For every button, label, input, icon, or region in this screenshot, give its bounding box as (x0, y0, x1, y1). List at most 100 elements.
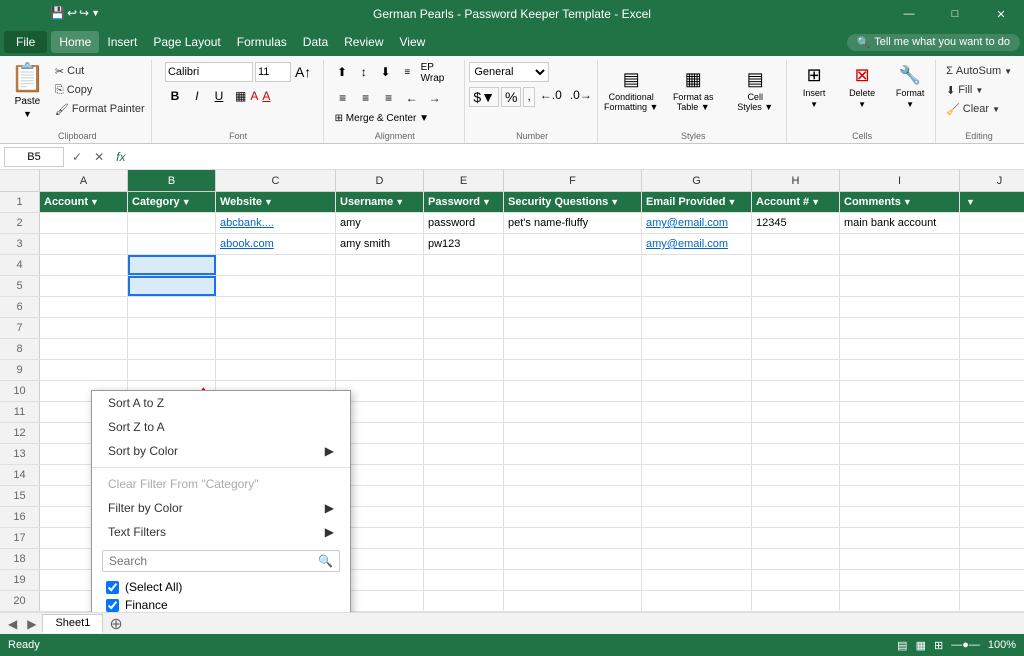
cell-h1[interactable]: Account # ▼ (752, 192, 840, 212)
col-header-c[interactable]: C (216, 170, 336, 191)
cell-b4[interactable] (128, 255, 216, 275)
cell-d6[interactable] (336, 297, 424, 317)
cell-d3[interactable]: amy smith (336, 234, 424, 254)
cell-j13[interactable] (960, 444, 1024, 464)
cell-g11[interactable] (642, 402, 752, 422)
align-left-btn[interactable]: ≡ (332, 88, 354, 108)
cell-c8[interactable] (216, 339, 336, 359)
paste-button[interactable]: 📋 Paste ▼ (6, 62, 49, 118)
cell-d2[interactable]: amy (336, 213, 424, 233)
cell-g20[interactable] (642, 591, 752, 611)
cell-j1[interactable]: ▼ (960, 192, 1024, 212)
cell-e9[interactable] (424, 360, 504, 380)
cell-b3[interactable] (128, 234, 216, 254)
cell-e8[interactable] (424, 339, 504, 359)
cell-i13[interactable] (840, 444, 960, 464)
cell-j2[interactable] (960, 213, 1024, 233)
check-all-input[interactable] (106, 581, 119, 594)
cell-c4[interactable] (216, 255, 336, 275)
indent-decrease-btn[interactable]: ← (401, 88, 423, 108)
cell-j11[interactable] (960, 402, 1024, 422)
view-page-break-btn[interactable]: ⊞ (934, 639, 943, 652)
col-e-filter[interactable]: ▼ (482, 197, 491, 207)
cell-h9[interactable] (752, 360, 840, 380)
cell-g10[interactable] (642, 381, 752, 401)
cell-f13[interactable] (504, 444, 642, 464)
cell-f4[interactable] (504, 255, 642, 275)
filter-search-input[interactable] (103, 551, 312, 571)
cut-button[interactable]: ✂ Cut (51, 62, 149, 80)
col-j-filter[interactable]: ▼ (966, 197, 975, 207)
align-center-btn[interactable]: ≡ (355, 88, 377, 108)
cell-f8[interactable] (504, 339, 642, 359)
cell-h5[interactable] (752, 276, 840, 296)
cell-j19[interactable] (960, 570, 1024, 590)
cell-f20[interactable] (504, 591, 642, 611)
menu-home[interactable]: Home (51, 31, 99, 53)
menu-view[interactable]: View (392, 31, 434, 53)
col-header-a[interactable]: A (40, 170, 128, 191)
col-header-h[interactable]: H (752, 170, 840, 191)
cell-g18[interactable] (642, 549, 752, 569)
cell-i14[interactable] (840, 465, 960, 485)
cell-d9[interactable] (336, 360, 424, 380)
view-normal-btn[interactable]: ▤ (897, 639, 907, 652)
cell-d5[interactable] (336, 276, 424, 296)
cell-h14[interactable] (752, 465, 840, 485)
cell-j15[interactable] (960, 486, 1024, 506)
cell-g7[interactable] (642, 318, 752, 338)
cell-e2[interactable]: password (424, 213, 504, 233)
wrap-text-label[interactable]: EP Wrap (421, 62, 458, 84)
col-header-d[interactable]: D (336, 170, 424, 191)
cell-f14[interactable] (504, 465, 642, 485)
cell-g17[interactable] (642, 528, 752, 548)
cell-j7[interactable] (960, 318, 1024, 338)
sheet-nav-left[interactable]: ◀ (4, 617, 21, 631)
conditional-formatting-btn[interactable]: ▤ ConditionalFormatting ▼ (601, 62, 661, 118)
cell-g12[interactable] (642, 423, 752, 443)
cell-h4[interactable] (752, 255, 840, 275)
cell-e6[interactable] (424, 297, 504, 317)
sheet-tab-1[interactable]: Sheet1 (42, 614, 103, 633)
cell-g5[interactable] (642, 276, 752, 296)
cell-a8[interactable] (40, 339, 128, 359)
col-b-filter[interactable]: ▼ (182, 197, 191, 207)
menu-review[interactable]: Review (336, 31, 391, 53)
cell-i6[interactable] (840, 297, 960, 317)
cell-i9[interactable] (840, 360, 960, 380)
cell-f18[interactable] (504, 549, 642, 569)
cell-h20[interactable] (752, 591, 840, 611)
cell-i12[interactable] (840, 423, 960, 443)
fill-dropdown[interactable]: ▼ (975, 86, 983, 95)
autosum-dropdown[interactable]: ▼ (1004, 67, 1012, 76)
cell-h7[interactable] (752, 318, 840, 338)
undo-icon[interactable]: ↩ (67, 6, 77, 20)
menu-insert[interactable]: Insert (99, 31, 145, 53)
col-header-f[interactable]: F (504, 170, 642, 191)
wrap-text-btn[interactable]: ≡ (397, 62, 418, 82)
filter-check-all[interactable]: (Select All) (102, 578, 340, 596)
cell-j17[interactable] (960, 528, 1024, 548)
cell-b5[interactable] (128, 276, 216, 296)
tell-me-box[interactable]: 🔍 Tell me what you want to do (847, 34, 1020, 51)
cell-j18[interactable] (960, 549, 1024, 569)
cell-i16[interactable] (840, 507, 960, 527)
cell-e3[interactable]: pw123 (424, 234, 504, 254)
cell-i7[interactable] (840, 318, 960, 338)
cell-a6[interactable] (40, 297, 128, 317)
cell-a3[interactable] (40, 234, 128, 254)
col-d-filter[interactable]: ▼ (395, 197, 404, 207)
italic-button[interactable]: I (187, 86, 207, 106)
font-name-input[interactable] (165, 62, 253, 82)
cell-c9[interactable] (216, 360, 336, 380)
cell-i4[interactable] (840, 255, 960, 275)
col-header-j[interactable]: J (960, 170, 1024, 191)
cell-b2[interactable] (128, 213, 216, 233)
cell-b9[interactable] (128, 360, 216, 380)
text-filters-item[interactable]: Text Filters ▶ (92, 520, 350, 544)
cell-f16[interactable] (504, 507, 642, 527)
cell-g16[interactable] (642, 507, 752, 527)
currency-btn[interactable]: $▼ (469, 87, 499, 107)
col-f-filter[interactable]: ▼ (610, 197, 619, 207)
cell-i15[interactable] (840, 486, 960, 506)
